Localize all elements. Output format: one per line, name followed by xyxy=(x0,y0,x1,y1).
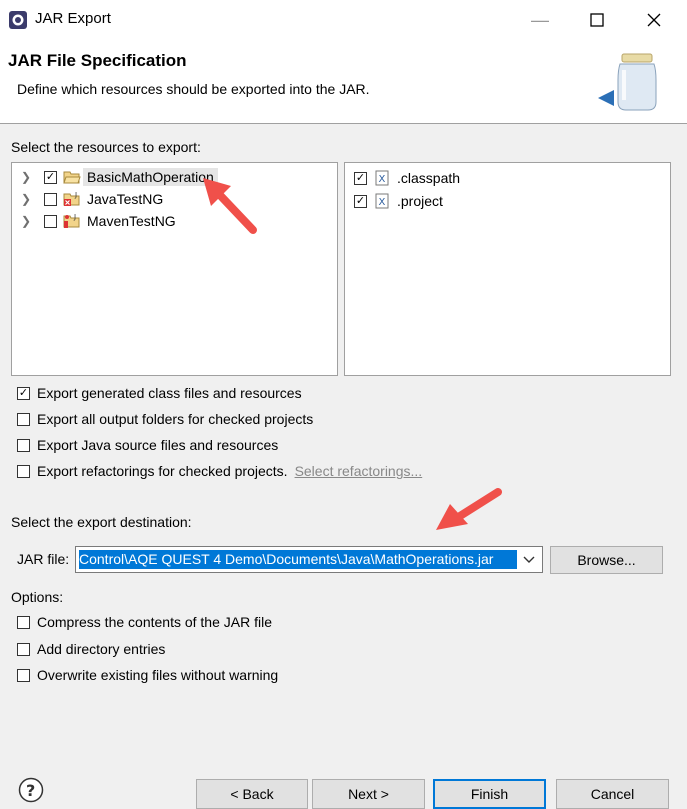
option-label: Overwrite existing files without warning xyxy=(37,667,279,683)
browse-button[interactable]: Browse... xyxy=(550,546,663,574)
select-refactorings-link[interactable]: Select refactorings... xyxy=(295,463,423,479)
checkbox-compress[interactable] xyxy=(17,615,30,629)
xml-file-icon: X xyxy=(375,170,389,186)
destination-label: Select the export destination: xyxy=(11,514,192,530)
file-item-label: .project xyxy=(397,193,443,209)
svg-text:J: J xyxy=(74,191,77,199)
jar-file-label: JAR file: xyxy=(17,551,70,567)
chevron-right-icon[interactable]: ❯ xyxy=(18,192,34,206)
jar-icon xyxy=(598,53,657,111)
tree-item-label: MavenTestNG xyxy=(87,213,176,229)
checkbox-basicmathoperation[interactable]: ✓ xyxy=(44,170,57,184)
chevron-right-icon[interactable]: ❯ xyxy=(18,214,34,228)
maximize-button[interactable] xyxy=(574,6,620,34)
page-title: JAR File Specification xyxy=(8,51,187,70)
option-label: Export generated class files and resourc… xyxy=(37,385,302,401)
chevron-down-icon[interactable] xyxy=(516,547,542,572)
java-project-error-icon: J xyxy=(63,191,80,206)
checkbox-overwrite[interactable] xyxy=(17,668,30,682)
svg-text:X: X xyxy=(379,197,386,208)
jar-file-combobox[interactable]: Control\AQE QUEST 4 Demo\Documents\Java\… xyxy=(75,546,543,573)
maximize-icon xyxy=(590,13,604,27)
checkbox-export-output-folders[interactable] xyxy=(17,412,30,426)
maven-project-error-icon: J xyxy=(63,213,80,228)
back-button[interactable]: < Back xyxy=(196,779,308,809)
minimize-button[interactable]: — xyxy=(517,6,563,34)
wizard-header: JAR File Specification Define which reso… xyxy=(0,40,687,124)
options-label: Options: xyxy=(11,589,64,605)
close-button[interactable] xyxy=(631,6,677,34)
window-title: JAR Export xyxy=(35,10,111,27)
open-project-icon xyxy=(63,171,81,184)
option-label: Compress the contents of the JAR file xyxy=(37,614,272,630)
checkbox-export-source-files[interactable] xyxy=(17,438,30,452)
title-bar: JAR Export — xyxy=(0,0,687,40)
cancel-button[interactable]: Cancel xyxy=(556,779,669,809)
checkbox-project[interactable]: ✓ xyxy=(354,194,367,208)
checkbox-directory-entries[interactable] xyxy=(17,642,30,656)
svg-text:X: X xyxy=(379,174,386,185)
svg-text:?: ? xyxy=(26,781,35,800)
xml-file-icon: X xyxy=(375,193,389,209)
resources-label: Select the resources to export: xyxy=(11,139,201,155)
option-label: Export refactorings for checked projects… xyxy=(37,463,288,479)
file-list[interactable]: ✓ X .classpath ✓ X .project xyxy=(344,162,671,376)
project-tree[interactable]: ❯ ✓ BasicMathOperation ❯ J JavaTestNG ❯ … xyxy=(11,162,338,376)
help-icon[interactable]: ? xyxy=(18,777,44,803)
file-item-classpath[interactable]: ✓ X .classpath xyxy=(354,167,460,189)
tree-item-label: JavaTestNG xyxy=(87,191,164,207)
option-overwrite[interactable]: Overwrite existing files without warning xyxy=(17,665,278,685)
finish-button[interactable]: Finish xyxy=(433,779,546,809)
option-directory-entries[interactable]: Add directory entries xyxy=(17,639,165,659)
eclipse-icon xyxy=(9,11,27,29)
tree-item-maventestng[interactable]: ❯ J MavenTestNG xyxy=(18,210,176,232)
option-compress[interactable]: Compress the contents of the JAR file xyxy=(17,612,272,632)
annotation-arrow xyxy=(203,178,257,234)
option-label: Export all output folders for checked pr… xyxy=(37,411,314,427)
checkbox-maventestng[interactable] xyxy=(44,214,57,228)
option-export-refactorings[interactable]: Export refactorings for checked projects… xyxy=(17,461,422,481)
checkbox-export-generated[interactable]: ✓ xyxy=(17,386,30,400)
page-description: Define which resources should be exporte… xyxy=(17,81,370,97)
file-item-label: .classpath xyxy=(397,170,461,186)
next-button[interactable]: Next > xyxy=(312,779,425,809)
close-icon xyxy=(647,13,661,27)
checkbox-export-refactorings[interactable] xyxy=(17,464,30,478)
tree-item-basicmathoperation[interactable]: ❯ ✓ BasicMathOperation xyxy=(18,166,218,188)
tree-item-javatestng[interactable]: ❯ J JavaTestNG xyxy=(18,188,163,210)
option-label: Export Java source files and resources xyxy=(37,437,279,453)
option-export-generated[interactable]: ✓ Export generated class files and resou… xyxy=(17,383,302,403)
option-label: Add directory entries xyxy=(37,641,166,657)
jar-file-input[interactable]: Control\AQE QUEST 4 Demo\Documents\Java\… xyxy=(79,550,517,569)
checkbox-classpath[interactable]: ✓ xyxy=(354,171,367,185)
checkbox-javatestng[interactable] xyxy=(44,192,57,206)
chevron-right-icon[interactable]: ❯ xyxy=(18,170,34,184)
option-export-source-files[interactable]: Export Java source files and resources xyxy=(17,435,278,455)
option-export-output-folders[interactable]: Export all output folders for checked pr… xyxy=(17,409,313,429)
file-item-project[interactable]: ✓ X .project xyxy=(354,190,443,212)
svg-text:J: J xyxy=(73,213,76,221)
annotation-arrow xyxy=(436,488,502,530)
